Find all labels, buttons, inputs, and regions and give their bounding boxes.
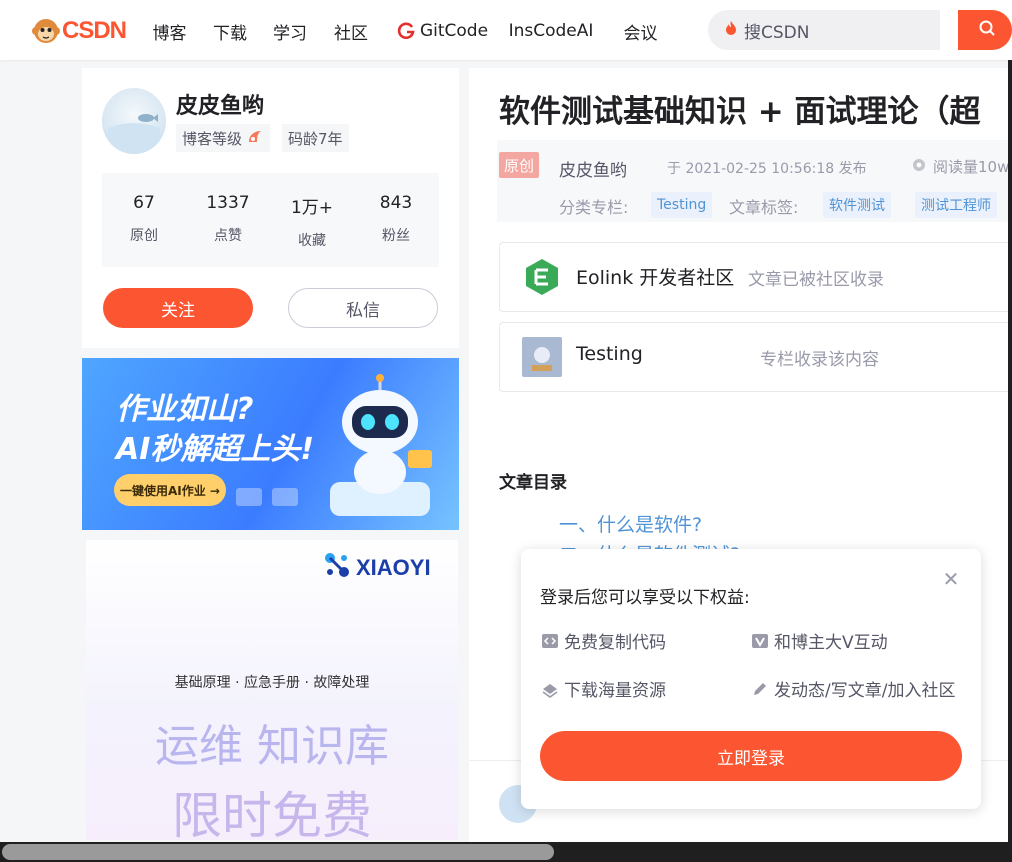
author-username[interactable]: 皮皮鱼哟 (176, 88, 264, 120)
testing-column-cover-icon[interactable] (522, 337, 562, 377)
benefit-post: 发动态/写文章/加入社区 (750, 676, 955, 701)
flame-icon (724, 20, 738, 41)
category-label: 分类专栏: (559, 198, 629, 217)
pencil-icon (750, 679, 770, 699)
stat-likes-label: 点赞 (214, 228, 242, 244)
logo-text: CSDN (62, 17, 127, 44)
search-placeholder: 搜CSDN (744, 22, 810, 43)
original-badge: 原创 (499, 152, 539, 178)
ad-headline-2: AI秒解超上头! (116, 432, 315, 467)
ad-headline-1: 作业如山? (116, 392, 254, 427)
meta-author-link[interactable]: 皮皮鱼哟 (559, 156, 627, 181)
stat-fans-count: 843 (379, 193, 413, 213)
download-icon (540, 679, 560, 699)
xiaoyi-ops-knowledge-ad[interactable]: XIAOYI 基础原理 · 应急手册 · 故障处理 运维 知识库 限时免费 (86, 540, 458, 845)
article-title: 软件测试基础知识 + 面试理论（超 (499, 94, 981, 130)
blog-level-label: 博客等级 (182, 129, 243, 148)
ad2-headline: 运维 知识库 (155, 721, 389, 772)
vip-v-icon (750, 631, 770, 651)
close-icon[interactable]: ✕ (939, 567, 963, 591)
robot-illustration-icon (320, 372, 440, 522)
stat-favorites-label: 收藏 (298, 233, 326, 249)
community-name-eolink[interactable]: Eolink 开发者社区 (576, 263, 734, 290)
message-button[interactable]: 私信 (288, 288, 438, 328)
ai-homework-ad-banner[interactable]: 作业如山? AI秒解超上头! 一键使用AI作业 → (82, 358, 459, 530)
benefit-interact-text: 和博主大V互动 (774, 633, 888, 653)
community-name-testing[interactable]: Testing (576, 343, 643, 365)
nav-item-download[interactable]: 下载 (200, 2, 260, 60)
blog-level-icon[interactable] (246, 127, 264, 149)
horizontal-scrollbar[interactable] (0, 842, 1012, 862)
benefit-interact: 和博主大V互动 (750, 628, 888, 653)
code-icon (540, 631, 560, 651)
ad-close-icon[interactable] (272, 488, 298, 506)
gitcode-icon[interactable] (392, 2, 420, 60)
publish-date: 于 2021-02-25 10:56:18 发布 (667, 161, 867, 177)
article-meta: 原创 皮皮鱼哟 于 2021-02-25 10:56:18 发布 阅读量10w+… (497, 140, 1012, 222)
stat-likes-count: 1337 (206, 193, 250, 213)
ad-side-badge-icon[interactable] (82, 412, 104, 454)
benefit-download: 下载海量资源 (540, 676, 666, 701)
login-button[interactable]: 立即登录 (540, 731, 962, 781)
search-input[interactable]: 搜CSDN (708, 10, 940, 50)
benefit-post-text: 发动态/写文章/加入社区 (774, 681, 956, 701)
stat-fans-label: 粉丝 (382, 228, 410, 244)
ad-cta-button[interactable]: 一键使用AI作业 → (114, 474, 226, 506)
tag-chip-test-engineer[interactable]: 测试工程师 (915, 192, 997, 218)
coding-age-tag: 码龄7年 (282, 124, 349, 152)
stat-likes: 1337 点赞 (186, 173, 270, 245)
read-count-text: 阅读量10w+ (933, 158, 1012, 176)
search-button[interactable] (958, 10, 1012, 50)
login-benefits-popup: ✕ 登录后您可以享受以下权益: 免费复制代码 和博主大V互动 下载海量资源 发动… (521, 549, 981, 809)
nav-item-gitcode[interactable]: GitCode (418, 2, 490, 60)
toc-item-1[interactable]: 一、什么是软件? (559, 510, 702, 537)
login-icon[interactable] (540, 711, 566, 727)
popup-title: 登录后您可以享受以下权益: (540, 588, 750, 608)
tag-chip-software-testing[interactable]: 软件测试 (823, 192, 891, 218)
xiaoyi-logo-icon (322, 550, 352, 586)
ad-info-icon[interactable] (236, 488, 262, 506)
xiaoyi-logo: XIAOYI (322, 550, 431, 586)
ad2-promo: 限时免费 (172, 787, 372, 845)
read-count: 阅读量10w+ (911, 156, 1012, 177)
eye-icon (911, 157, 927, 177)
stat-original-label: 原创 (130, 228, 158, 244)
nav-item-conference[interactable]: 会议 (612, 2, 669, 60)
benefit-copy-code: 免费复制代码 (540, 628, 666, 653)
nav-item-learn[interactable]: 学习 (260, 2, 320, 60)
vertical-scrollbar[interactable] (1008, 60, 1012, 842)
follow-button[interactable]: 关注 (103, 288, 253, 328)
tags-label: 文章标签: (729, 198, 799, 217)
community-card-eolink: Eolink 开发者社区 文章已被社区收录 (499, 242, 1012, 312)
top-navbar: CSDN 博客 下载 学习 社区 GitCode InsCodeAI 会议 搜C… (0, 0, 1012, 60)
stat-favorites: 1万+ 收藏 (270, 173, 354, 250)
author-profile-card: 皮皮鱼哟 博客等级 码龄7年 67 原创 1337 点赞 1万+ 收藏 843 … (82, 68, 459, 348)
blog-level-tag: 博客等级 (176, 124, 271, 152)
community-card-testing: Testing 专栏收录该内容 (499, 322, 1012, 392)
search-icon (978, 19, 996, 41)
nav-item-blog[interactable]: 博客 (139, 2, 200, 60)
ad2-subtitle: 基础原理 · 应急手册 · 故障处理 (174, 675, 370, 691)
horizontal-scrollbar-thumb[interactable] (2, 844, 554, 860)
toc-title: 文章目录 (499, 473, 567, 493)
author-stats: 67 原创 1337 点赞 1万+ 收藏 843 粉丝 (102, 173, 439, 267)
community-note-testing[interactable]: 专栏收录该内容 (760, 345, 879, 370)
stat-original-count: 67 (133, 193, 155, 213)
community-note-eolink[interactable]: 文章已被社区收录 (748, 265, 884, 290)
eolink-logo-icon[interactable] (522, 257, 562, 297)
xiaoyi-logo-text: XIAOYI (356, 555, 431, 580)
nav-item-inscodeai[interactable]: InsCodeAI (497, 2, 605, 60)
stat-fans: 843 粉丝 (354, 173, 438, 245)
benefit-download-text: 下载海量资源 (564, 681, 666, 701)
stat-original[interactable]: 67 原创 (102, 173, 186, 245)
benefit-copy-code-text: 免费复制代码 (564, 633, 666, 653)
stat-favorites-count: 1万+ (290, 198, 334, 218)
monkey-logo-icon (32, 17, 60, 45)
csdn-logo[interactable]: CSDN (28, 4, 132, 58)
category-chip-testing[interactable]: Testing (651, 192, 713, 218)
nav-item-community[interactable]: 社区 (320, 2, 382, 60)
avatar[interactable] (102, 88, 166, 154)
